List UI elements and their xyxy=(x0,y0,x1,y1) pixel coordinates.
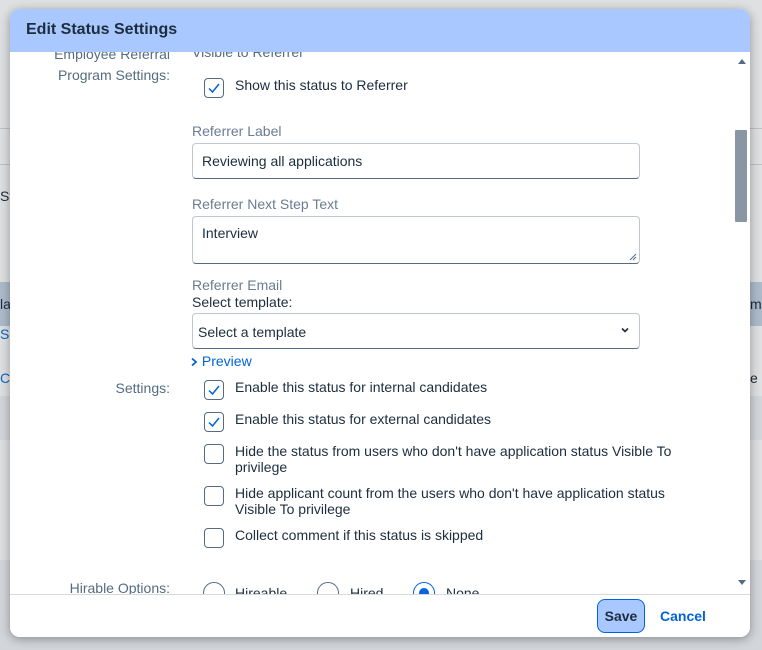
checkmark-icon xyxy=(208,83,220,94)
dialog-title: Edit Status Settings xyxy=(26,21,178,38)
radio-none-label: None xyxy=(446,585,480,594)
radio-hired-label: Hired xyxy=(350,585,384,594)
radio-none[interactable] xyxy=(413,582,435,594)
dialog-footer: Save Cancel xyxy=(10,594,750,637)
edit-status-dialog: Edit Status Settings Employee Referral P… xyxy=(10,9,750,637)
dialog-content: Employee Referral Program Settings: Visi… xyxy=(10,52,750,594)
preview-link[interactable]: Preview xyxy=(190,353,252,369)
collect-comment-label: Collect comment if this status is skippe… xyxy=(235,527,484,543)
scroll-up-arrow-icon[interactable] xyxy=(738,59,746,64)
radio-hireable[interactable] xyxy=(203,582,225,594)
referrer-next-step-textarea[interactable]: Interview xyxy=(192,216,640,264)
template-select[interactable]: Select a template xyxy=(192,313,640,349)
referrer-next-step-title: Referrer Next Step Text xyxy=(192,196,339,212)
internal-candidates-checkbox[interactable] xyxy=(204,380,224,400)
chevron-down-icon xyxy=(621,327,629,333)
show-to-referrer-label: Show this status to Referrer xyxy=(235,77,408,93)
content-scrollbar[interactable] xyxy=(733,52,750,594)
collect-comment-checkbox[interactable] xyxy=(204,528,224,548)
hide-applicant-count-checkbox[interactable] xyxy=(204,486,224,506)
scrollbar-thumb[interactable] xyxy=(735,130,747,222)
referrer-label-input[interactable] xyxy=(192,143,640,179)
template-select-value: Select a template xyxy=(198,324,307,340)
radio-hired[interactable] xyxy=(317,582,339,594)
chevron-right-icon xyxy=(191,357,198,367)
referrer-email-title: Referrer Email xyxy=(192,277,283,293)
checkmark-icon xyxy=(208,417,220,428)
section-label-referral: Program Settings: xyxy=(57,67,170,83)
section-label-hirable: Hirable Options: xyxy=(69,580,170,594)
next-step-value: Interview xyxy=(202,225,259,241)
scroll-down-arrow-icon[interactable] xyxy=(738,580,746,585)
select-template-label: Select template: xyxy=(192,294,293,310)
cancel-button[interactable]: Cancel xyxy=(660,608,706,624)
resize-handle-icon[interactable] xyxy=(629,253,637,261)
dialog-header: Edit Status Settings xyxy=(10,9,750,52)
preview-label: Preview xyxy=(201,353,252,369)
visible-to-referrer-label: Visible to Referrer xyxy=(192,52,304,60)
internal-candidates-label: Enable this status for internal candidat… xyxy=(235,379,488,395)
save-button[interactable]: Save xyxy=(597,599,645,633)
show-to-referrer-checkbox[interactable] xyxy=(204,78,224,98)
hide-status-label: Hide the status from users who don't hav… xyxy=(235,443,672,475)
hide-status-checkbox[interactable] xyxy=(204,444,224,464)
external-candidates-checkbox[interactable] xyxy=(204,412,224,432)
checkmark-icon xyxy=(208,385,220,396)
referrer-label-title: Referrer Label xyxy=(192,123,282,139)
radio-hireable-label: Hireable xyxy=(235,585,288,594)
section-label-settings: Settings: xyxy=(115,380,170,396)
hide-applicant-count-label: Hide applicant count from the users who … xyxy=(235,485,665,517)
section-label-referral-partial: Employee Referral xyxy=(54,52,170,62)
external-candidates-label: Enable this status for external candidat… xyxy=(235,411,492,427)
